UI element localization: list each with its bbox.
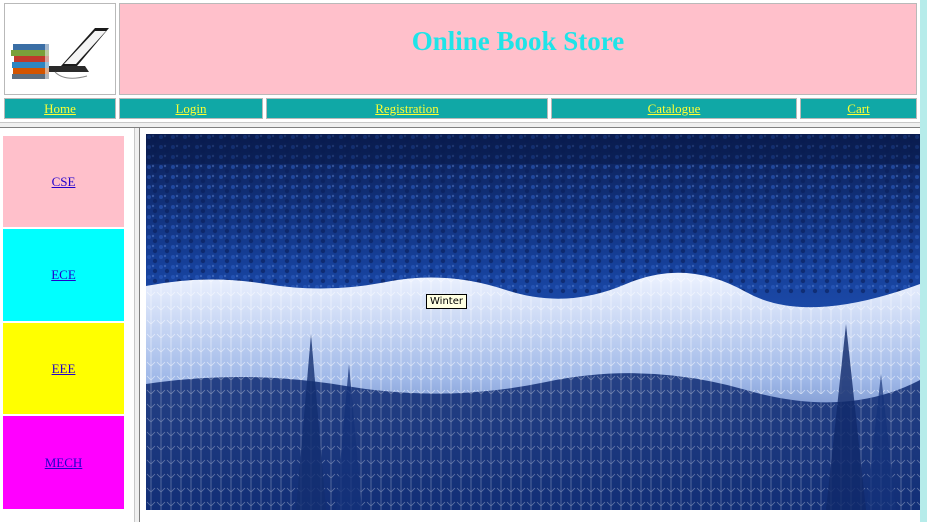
category-eee-link[interactable]: EEE <box>52 361 76 377</box>
title-banner: Online Book Store <box>119 3 917 95</box>
winter-forest-image <box>146 134 920 510</box>
nav-registration-link[interactable]: Registration <box>375 101 439 117</box>
category-eee: EEE <box>3 323 124 414</box>
nav-catalogue-link[interactable]: Catalogue <box>648 101 701 117</box>
content-frame: Winter <box>140 128 920 522</box>
category-frame: CSE ECE EEE MECH <box>0 128 134 522</box>
nav-login-link[interactable]: Login <box>175 101 206 117</box>
category-cse: CSE <box>3 136 124 227</box>
logo <box>4 3 116 95</box>
window-edge <box>920 0 927 522</box>
category-mech-link[interactable]: MECH <box>45 455 83 471</box>
nav-cart: Cart <box>800 98 917 119</box>
category-ece-link[interactable]: ECE <box>51 267 76 283</box>
category-mech: MECH <box>3 416 124 509</box>
page-title: Online Book Store <box>411 25 625 56</box>
category-ece: ECE <box>3 229 124 321</box>
nav-cart-link[interactable]: Cart <box>847 101 869 117</box>
header-frame: Online Book Store Home Login Registratio… <box>0 0 920 122</box>
nav-catalogue: Catalogue <box>551 98 797 119</box>
category-cse-link[interactable]: CSE <box>52 174 76 190</box>
nav-home: Home <box>4 98 116 119</box>
nav-registration: Registration <box>266 98 548 119</box>
nav-login: Login <box>119 98 263 119</box>
books-and-laptop-icon <box>11 28 109 79</box>
nav-home-link[interactable]: Home <box>44 101 76 117</box>
image-tooltip: Winter <box>426 294 467 309</box>
